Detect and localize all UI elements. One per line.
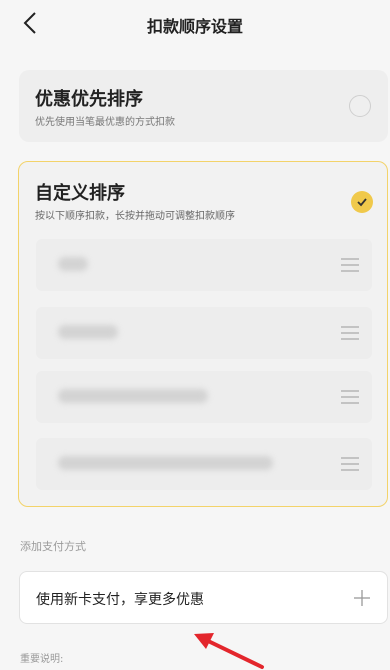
payment-method-row[interactable] [36,307,372,359]
payment-method-label-blurred [58,257,88,271]
add-new-card-button[interactable]: 使用新卡支付，享更多优惠 [19,571,388,624]
important-notes-label: 重要说明: [20,654,64,665]
page-title: 扣款顺序设置 [146,17,243,36]
red-annotation-arrow-icon [194,633,264,669]
payment-method-label-blurred [58,389,208,403]
payment-method-row[interactable] [36,438,372,490]
radio-unchecked-icon[interactable] [349,95,371,117]
payment-method-label-blurred [58,325,118,339]
option-custom-title: 自定义排序 [35,183,125,204]
add-new-card-label: 使用新卡支付，享更多优惠 [36,592,204,608]
top-nav-bar: 扣款顺序设置 [0,0,390,48]
drag-handle-icon[interactable] [340,454,360,474]
option-custom-subtitle: 按以下顺序扣款，长按并拖动可调整扣款顺序 [35,211,235,222]
payment-method-label-blurred [58,456,273,470]
option-discount-subtitle: 优先使用当笔最优惠的方式扣款 [35,117,175,128]
plus-icon [354,590,370,606]
option-custom-order[interactable]: 自定义排序 按以下顺序扣款，长按并拖动可调整扣款顺序 [18,161,388,507]
drag-handle-icon[interactable] [340,387,360,407]
add-payment-section-label: 添加支付方式 [20,540,86,553]
drag-handle-icon[interactable] [340,255,360,275]
payment-method-row[interactable] [36,371,372,423]
option-discount-title: 优惠优先排序 [35,89,143,110]
payment-method-row[interactable] [36,239,372,291]
option-discount-priority[interactable]: 优惠优先排序 优先使用当笔最优惠的方式扣款 [19,70,388,142]
drag-handle-icon[interactable] [340,323,360,343]
radio-checked-icon[interactable] [351,191,373,213]
